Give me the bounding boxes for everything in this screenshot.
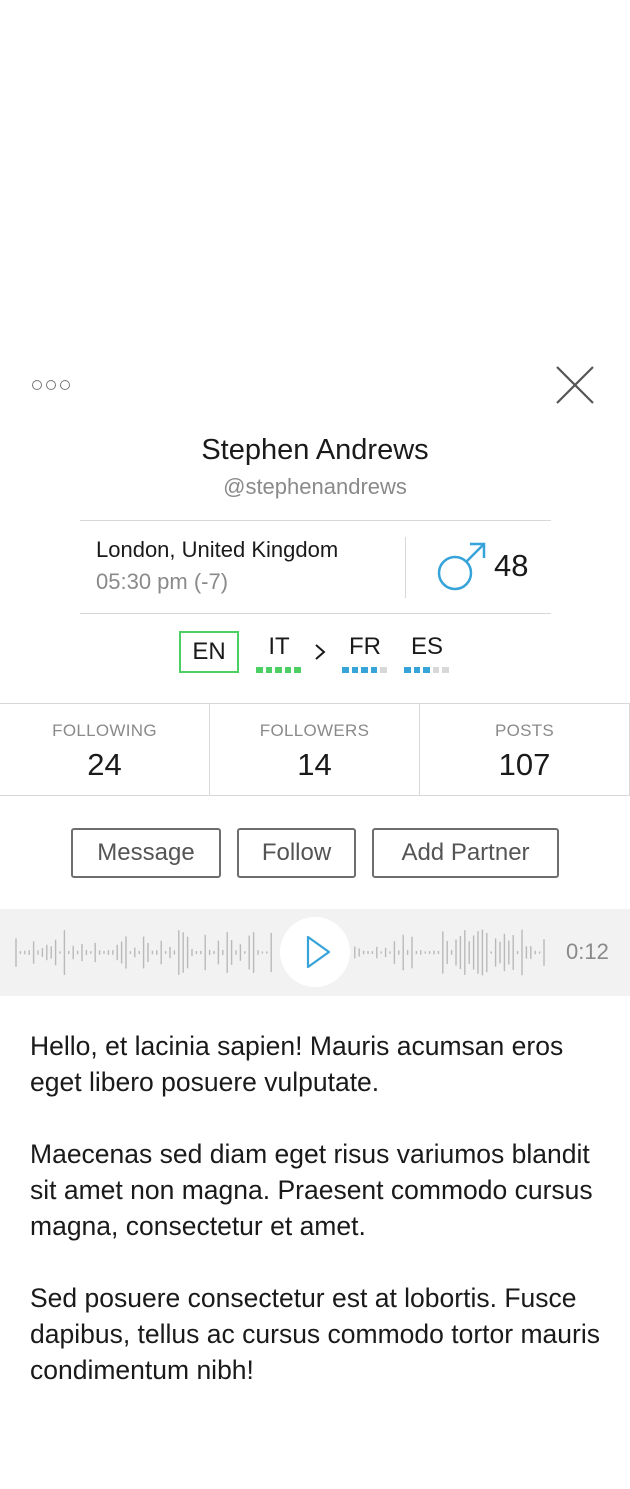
bio-paragraph: Sed posuere consectetur est at lobortis.… [30, 1283, 600, 1385]
audio-duration: 0:12 [566, 939, 609, 964]
close-button[interactable] [555, 365, 595, 405]
divider [80, 613, 551, 614]
more-options-button[interactable] [32, 376, 80, 394]
language-fr[interactable]: FR [340, 633, 390, 661]
stat-following[interactable]: FOLLOWING 24 [0, 704, 210, 795]
bio-paragraph: Maecenas sed diam eget risus variumos bl… [30, 1139, 593, 1241]
level-segment [256, 667, 263, 673]
stat-value: 14 [297, 747, 332, 782]
language-it[interactable]: IT [254, 633, 304, 661]
stat-value: 107 [498, 747, 551, 782]
level-segment [423, 667, 430, 673]
more-options-icon-dot [46, 380, 56, 390]
chevron-right-icon [315, 644, 326, 660]
stat-posts[interactable]: POSTS 107 [420, 704, 630, 795]
level-segment [370, 667, 378, 673]
level-segment [351, 667, 359, 673]
stat-label: FOLLOWING [52, 721, 157, 740]
level-segment [442, 667, 449, 673]
level-segment [294, 667, 301, 673]
language-level-fr [342, 667, 387, 673]
play-button[interactable] [280, 917, 350, 987]
profile-handle: @stephenandrews [223, 474, 407, 499]
male-symbol-icon [437, 542, 486, 591]
level-segment [432, 667, 440, 673]
message-button[interactable]: Message [71, 828, 221, 878]
profile-name: Stephen Andrews [201, 434, 429, 466]
play-icon [306, 935, 331, 969]
language-es[interactable]: ES [402, 633, 452, 661]
bio-text: Hello, et lacinia sapien! Mauris acumsan… [30, 1028, 610, 1424]
stat-label: POSTS [494, 721, 555, 740]
divider [80, 520, 551, 521]
level-segment [404, 667, 411, 673]
level-segment [361, 667, 368, 673]
level-segment [275, 667, 282, 673]
more-options-icon-dot [60, 380, 70, 390]
language-level-it [256, 667, 301, 673]
stat-label: FOLLOWERS [259, 721, 370, 740]
local-time-text: 05:30 pm (-7) [96, 569, 229, 594]
stat-followers[interactable]: FOLLOWERS 14 [210, 704, 420, 795]
add-partner-button[interactable]: Add Partner [372, 828, 559, 878]
native-language-badge[interactable]: EN [179, 631, 239, 673]
level-segment [265, 667, 273, 673]
stat-value: 24 [87, 747, 122, 782]
level-segment [342, 667, 349, 673]
follow-button[interactable]: Follow [237, 828, 356, 878]
more-options-icon [32, 380, 42, 390]
level-segment [413, 667, 421, 673]
location-text: London, United Kingdom [96, 537, 339, 562]
level-segment [284, 667, 292, 673]
stats-row: FOLLOWING 24 FOLLOWERS 14 POSTS 107 [0, 703, 630, 796]
bio-paragraph: Hello, et lacinia sapien! Mauris acumsan… [30, 1031, 564, 1097]
vertical-divider [405, 537, 406, 598]
age-value: 48 [494, 548, 529, 583]
audio-player: 0:12 [0, 909, 630, 996]
language-level-es [404, 667, 449, 673]
level-segment [380, 667, 387, 673]
close-icon [556, 366, 594, 404]
